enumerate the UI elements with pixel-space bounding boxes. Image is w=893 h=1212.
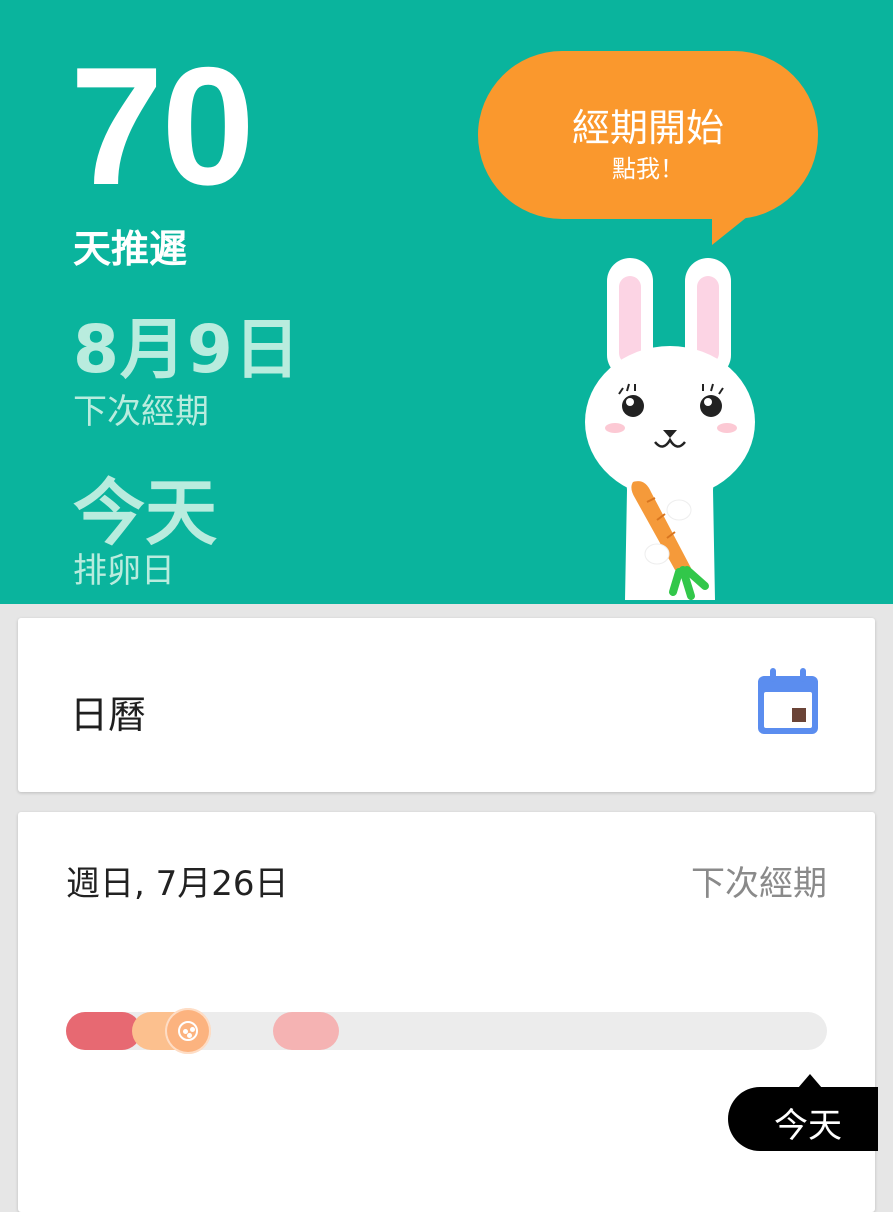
- cycle-card: 週日, 7月26日 下次經期 今天: [18, 812, 878, 1212]
- speech-bubble-tail: [712, 205, 762, 245]
- period-segment: [66, 1012, 141, 1050]
- calendar-icon: [758, 668, 818, 734]
- today-label: 今天: [774, 1106, 842, 1146]
- period-start-button[interactable]: 經期開始 點我！: [478, 51, 818, 219]
- next-period-label: 下次經期: [73, 392, 209, 432]
- calendar-label: 日曆: [70, 693, 147, 737]
- days-late-label: 天推遲: [73, 227, 188, 271]
- next-period-date: 8月9日: [73, 311, 301, 388]
- timeline-handle[interactable]: [165, 1008, 211, 1054]
- today-tooltip-arrow: [798, 1074, 822, 1088]
- cycle-date: 週日, 7月26日: [66, 864, 289, 904]
- pms-segment: [273, 1012, 339, 1050]
- period-start-subtitle: 點我！: [612, 155, 684, 183]
- calendar-card[interactable]: 日曆: [18, 618, 875, 792]
- ovulation-icon: [178, 1021, 198, 1041]
- rabbit-mascot: [585, 258, 755, 600]
- ovulation-label: 排卵日: [73, 551, 175, 591]
- header-summary: 70 天推遲 8月9日 下次經期 今天 排卵日 經期開始 點我！: [0, 0, 893, 604]
- next-period-link[interactable]: 下次經期: [691, 856, 827, 905]
- days-late-value: 70: [70, 32, 255, 220]
- today-button[interactable]: 今天: [728, 1087, 878, 1151]
- period-start-title: 經期開始: [571, 106, 724, 150]
